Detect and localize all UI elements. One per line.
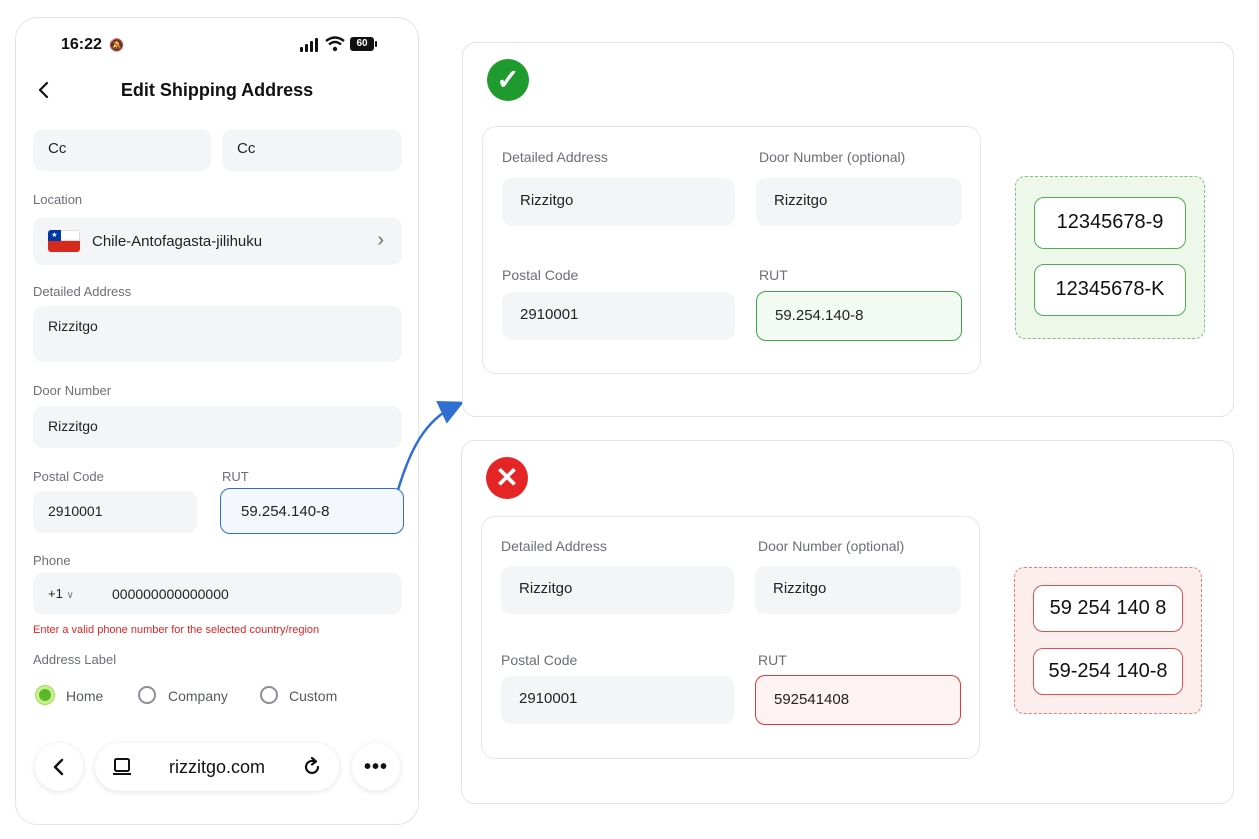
invalid-sample-2: 59-254 140-8 (1033, 648, 1183, 695)
invalid-detailed-value: Rizzitgo (519, 580, 573, 597)
valid-example-panel: ✓ Detailed Address Rizzitgo Door Number … (462, 42, 1234, 417)
invalid-detailed-input: Rizzitgo (501, 566, 734, 614)
invalid-postal-input: 2910001 (501, 676, 734, 724)
invalid-postal-label: Postal Code (501, 652, 578, 668)
valid-sample-2: 12345678-K (1034, 264, 1186, 316)
valid-postal-label: Postal Code (502, 267, 579, 283)
valid-detailed-label: Detailed Address (502, 149, 608, 165)
invalid-door-input: Rizzitgo (755, 566, 961, 614)
valid-sample-1: 12345678-9 (1034, 197, 1186, 249)
valid-postal-value: 2910001 (520, 306, 579, 323)
valid-postal-input: 2910001 (502, 292, 735, 340)
invalid-detailed-label: Detailed Address (501, 538, 607, 554)
invalid-rut-label: RUT (758, 652, 787, 668)
checkmark-icon: ✓ (487, 59, 529, 101)
valid-detailed-value: Rizzitgo (520, 192, 574, 209)
invalid-postal-value: 2910001 (519, 690, 578, 707)
valid-rut-value: 59.254.140-8 (775, 307, 864, 324)
blue-arrow (396, 401, 465, 491)
valid-door-label: Door Number (optional) (759, 149, 906, 165)
valid-samples-box: 12345678-9 12345678-K (1015, 176, 1205, 339)
valid-rut-input: 59.254.140-8 (756, 291, 962, 341)
valid-detailed-input: Rizzitgo (502, 178, 735, 226)
invalid-sample-1: 59 254 140 8 (1033, 585, 1183, 632)
invalid-rut-value: 592541408 (774, 691, 850, 708)
invalid-door-value: Rizzitgo (773, 580, 827, 597)
valid-door-value: Rizzitgo (774, 192, 828, 209)
valid-rut-label: RUT (759, 267, 788, 283)
invalid-door-label: Door Number (optional) (758, 538, 905, 554)
invalid-rut-input: 592541408 (755, 675, 961, 725)
invalid-samples-box: 59 254 140 8 59-254 140-8 (1014, 567, 1202, 714)
valid-door-input: Rizzitgo (756, 178, 962, 226)
valid-form-card: Detailed Address Rizzitgo Door Number (o… (482, 126, 981, 374)
invalid-example-panel: ✕ Detailed Address Rizzitgo Door Number … (461, 440, 1234, 804)
invalid-form-card: Detailed Address Rizzitgo Door Number (o… (481, 516, 980, 759)
cross-icon: ✕ (486, 457, 528, 499)
